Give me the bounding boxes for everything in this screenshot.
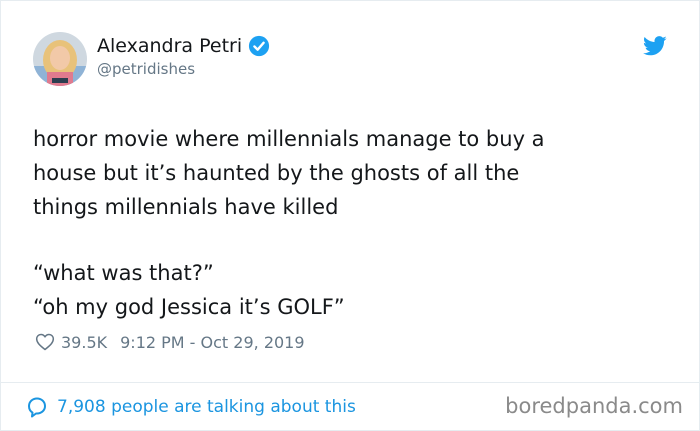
tweet-meta: 39.5K 9:12 PM - Oct 29, 2019 [35, 332, 305, 352]
tweet-line: things millennials have killed [33, 195, 339, 219]
tweet-quote-line: “oh my god Jessica it’s GOLF” [33, 295, 345, 319]
speech-bubble-icon [28, 397, 46, 418]
tweet-timestamp[interactable]: 9:12 PM - Oct 29, 2019 [120, 333, 304, 352]
display-name[interactable]: Alexandra Petri [97, 33, 242, 59]
talking-count-text: 7,908 people are talking about this [57, 397, 356, 417]
tweet-body: horror movie where millennials manage to… [33, 122, 673, 324]
twitter-bird-icon[interactable] [643, 35, 667, 57]
author-name-row: Alexandra Petri [97, 33, 270, 59]
avatar[interactable] [33, 32, 87, 86]
watermark: boredpanda.com [505, 394, 683, 418]
handle[interactable]: @petridishes [97, 59, 195, 79]
like-count[interactable]: 39.5K [61, 333, 107, 352]
tweet-card: Alexandra Petri @petridishes horror movi… [0, 0, 700, 431]
heart-outline-icon[interactable] [35, 332, 55, 352]
footer-divider [1, 382, 699, 383]
tweet-line: horror movie where millennials manage to… [33, 127, 545, 151]
conversation-link[interactable]: 7,908 people are talking about this [25, 395, 356, 419]
tweet-quote-line: “what was that?” [33, 261, 214, 285]
verified-badge-icon [249, 35, 270, 57]
tweet-line: house but it’s haunted by the ghosts of … [33, 161, 520, 185]
